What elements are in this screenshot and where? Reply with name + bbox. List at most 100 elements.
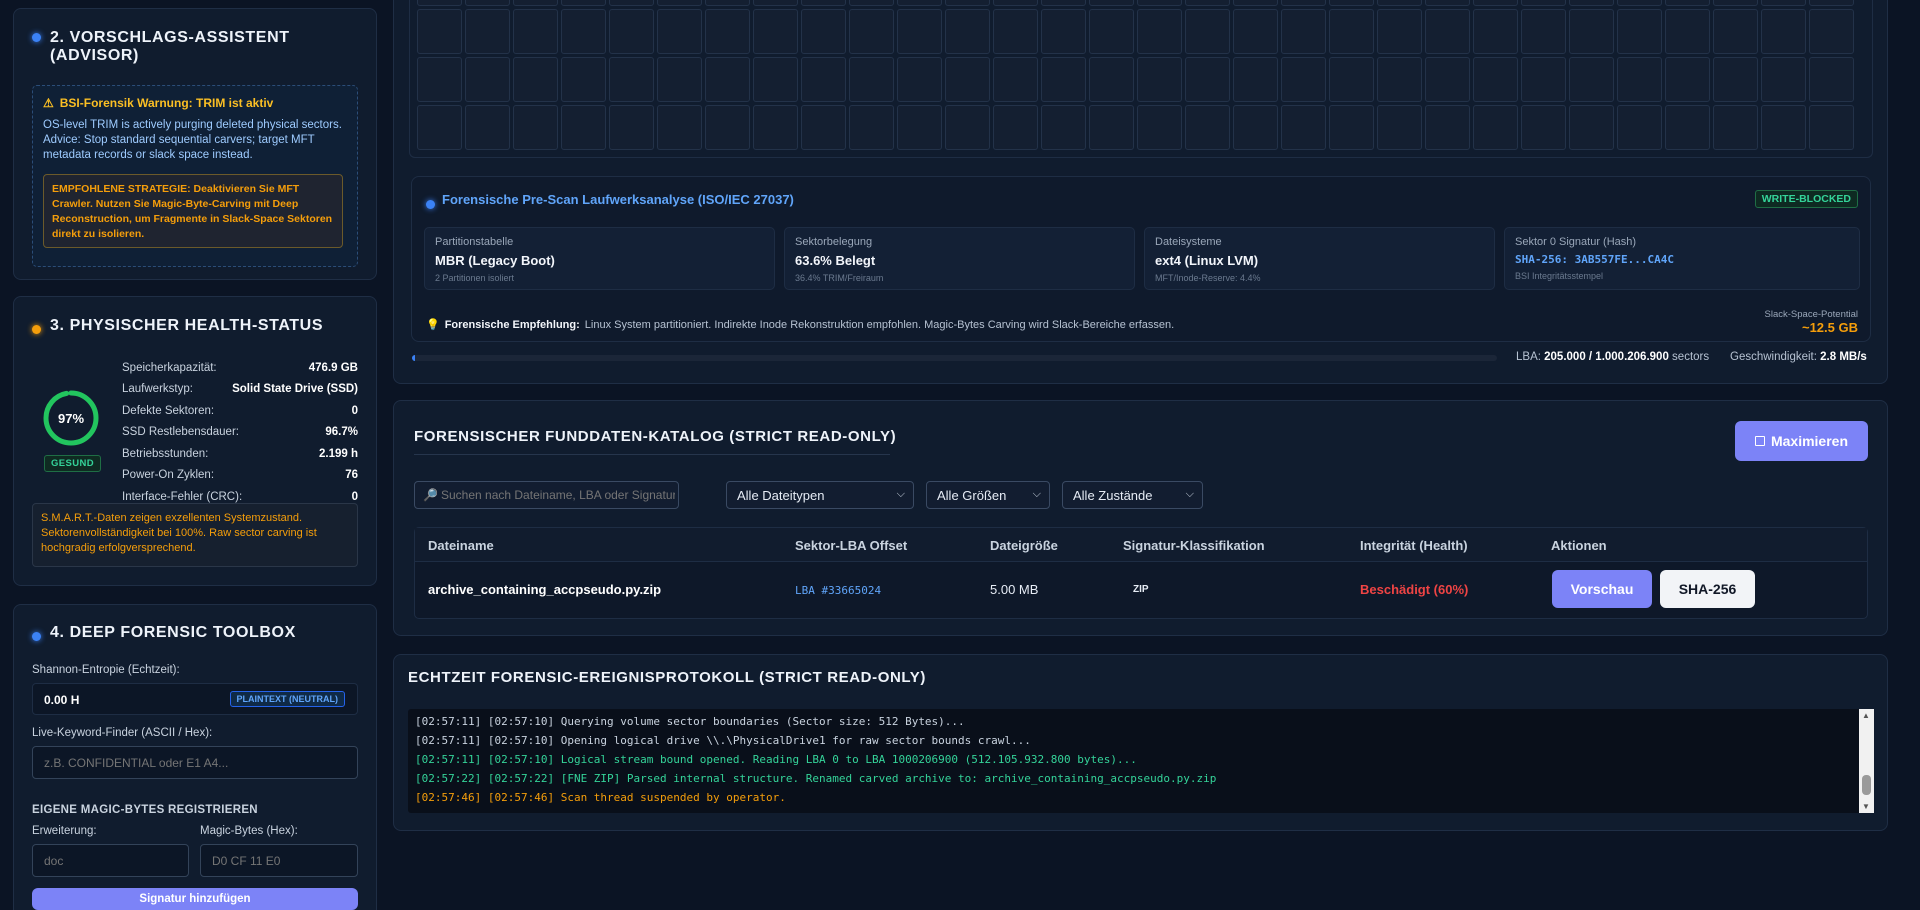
sector-cell <box>1281 9 1326 54</box>
sector-cell <box>945 105 990 150</box>
sector-cell <box>1377 57 1422 102</box>
sector-cell <box>1473 0 1518 6</box>
row-filename: archive_containing_accpseudo.py.zip <box>428 582 662 597</box>
lightbulb-icon: 💡 <box>426 319 440 331</box>
magic-hex-input[interactable] <box>200 844 358 877</box>
filter-state-select[interactable]: Alle Zustände ⌵ <box>1062 481 1203 509</box>
chevron-down-icon: ⌵ <box>1185 488 1194 500</box>
log-line: [02:57:46] [02:57:46] Scan thread suspen… <box>415 791 786 804</box>
write-blocked-badge: WRITE-BLOCKED <box>1754 190 1858 208</box>
row-lba: LBA #33665024 <box>795 584 882 597</box>
log-scrollbar[interactable]: ▲ ▼ <box>1859 709 1874 813</box>
catalog-search[interactable]: 🔎 <box>414 481 679 509</box>
health-row-value: 76 <box>345 469 358 482</box>
card-partition-table: Partitionstabelle MBR (Legacy Boot) 2 Pa… <box>424 227 775 290</box>
card-sector-usage: Sektorbelegung 63.6% Belegt 36.4% TRIM/F… <box>784 227 1135 290</box>
sector-cell <box>897 57 942 102</box>
sector-cell <box>1473 57 1518 102</box>
scroll-up-icon[interactable]: ▲ <box>1862 711 1870 720</box>
sector-cell <box>801 0 846 6</box>
sector-cell <box>1281 57 1326 102</box>
sector-cell <box>1089 57 1134 102</box>
filter-type-select[interactable]: Alle Dateitypen ⌵ <box>726 481 914 509</box>
scrollbar-thumb[interactable] <box>1862 775 1871 795</box>
search-input[interactable] <box>441 482 675 508</box>
sector-cell <box>705 9 750 54</box>
sector-cell <box>1137 57 1182 102</box>
sector-cell <box>1473 9 1518 54</box>
entropy-label: Shannon-Entropie (Echtzeit): <box>32 664 180 676</box>
sector-cell <box>1713 9 1758 54</box>
scan-progress-fill <box>412 355 416 361</box>
catalog-title: FORENSISCHER FUNDDATEN-KATALOG (STRICT R… <box>414 428 897 445</box>
scroll-down-icon[interactable]: ▼ <box>1862 802 1870 811</box>
gauge-value: 97% <box>57 410 85 426</box>
ext-label: Erweiterung: <box>32 825 97 837</box>
health-stats: Speicherkapazität: 476.9 GB Laufwerkstyp: S… <box>122 357 358 508</box>
health-row-label: Defekte Sektoren: <box>122 404 215 417</box>
log-line: [02:57:11] [02:57:10] Querying volume se… <box>415 715 965 728</box>
hex-label: Magic-Bytes (Hex): <box>200 825 298 837</box>
health-row-label: Laufwerkstyp: <box>122 383 193 396</box>
health-row-label: Interface-Fehler (CRC): <box>122 490 243 503</box>
event-log-panel: ECHTZEIT FORENSIC-EREIGNISPROTOKOLL (STR… <box>393 654 1888 831</box>
col-actions: Aktionen <box>1551 538 1607 553</box>
sector-cell <box>1425 0 1470 6</box>
sector-cell <box>1425 9 1470 54</box>
card-filesystems: Dateisysteme ext4 (Linux LVM) MFT/Inode-… <box>1144 227 1495 290</box>
prescan-recommendation: 💡 Forensische Empfehlung: Linux System p… <box>426 318 1174 332</box>
card-value: SHA-256: 3AB557FE...CA4C <box>1515 253 1674 266</box>
sector-cell <box>1329 0 1374 6</box>
entropy-value: 0.00 H <box>44 693 80 707</box>
lba-label: LBA: <box>1516 351 1541 363</box>
sector-cell <box>1713 105 1758 150</box>
card-label: Dateisysteme <box>1155 236 1222 248</box>
log-console[interactable]: [02:57:11] [02:57:10] Querying volume se… <box>408 709 1874 813</box>
row-signature: ZIP <box>1133 584 1149 595</box>
sector-cell <box>993 9 1038 54</box>
sector-cell <box>1617 9 1662 54</box>
health-row-value: 476.9 GB <box>308 361 358 374</box>
sector-cell <box>1569 0 1614 6</box>
sector-cell <box>801 105 846 150</box>
sector-cell <box>465 9 510 54</box>
sector-cell <box>657 9 702 54</box>
health-status-badge: GESUND <box>44 455 102 472</box>
add-signature-button[interactable]: Signatur hinzufügen <box>32 888 358 910</box>
sector-cell <box>849 105 894 150</box>
sector-cell <box>417 0 462 6</box>
sector-cell <box>801 57 846 102</box>
log-line: [02:57:11] [02:57:10] Logical stream bou… <box>415 753 1137 766</box>
sector-cell <box>1713 0 1758 6</box>
sha256-button[interactable]: SHA-256 <box>1660 570 1755 608</box>
prescan-panel: Forensische Pre-Scan Laufwerksanalyse (I… <box>411 176 1871 342</box>
sector-cell <box>1617 105 1662 150</box>
prescan-title: Forensische Pre-Scan Laufwerksanalyse (I… <box>442 192 794 207</box>
filter-size-select[interactable]: Alle Größen ⌵ <box>926 481 1050 509</box>
sector-cell <box>513 9 558 54</box>
filter-size-value: Alle Größen <box>937 488 1007 503</box>
table-header: Dateiname Sektor-LBA Offset Dateigröße S… <box>415 528 1867 562</box>
advisor-status-dot <box>32 29 41 47</box>
table-row[interactable]: archive_containing_accpseudo.py.zip LBA … <box>415 562 1867 618</box>
toolbox-title: 4. DEEP FORENSIC TOOLBOX <box>50 624 296 641</box>
sector-cell <box>561 57 606 102</box>
entropy-display: 0.00 H PLAINTEXT (NEUTRAL) <box>32 683 358 715</box>
sector-cell <box>417 9 462 54</box>
preview-button[interactable]: Vorschau <box>1552 570 1652 608</box>
sector-cell <box>1377 105 1422 150</box>
sector-cell <box>1761 0 1806 6</box>
slack-potential: Slack-Space-Potential ~12.5 GB <box>1765 309 1858 335</box>
col-size: Dateigröße <box>990 538 1058 553</box>
sector-cell <box>1473 105 1518 150</box>
extension-input[interactable] <box>32 844 189 877</box>
sector-cell <box>897 105 942 150</box>
warning-text: OS-level TRIM is actively purging delete… <box>43 119 342 161</box>
sector-cell <box>1569 9 1614 54</box>
sector-cell <box>897 0 942 6</box>
keyword-input[interactable] <box>32 746 358 779</box>
maximize-button[interactable]: Maximieren <box>1735 421 1868 461</box>
advisor-panel: 2. VORSCHLAGS-ASSISTENT (ADVISOR) ⚠ BSI-… <box>13 8 377 280</box>
sector-cell <box>1425 105 1470 150</box>
sector-cell <box>609 57 654 102</box>
